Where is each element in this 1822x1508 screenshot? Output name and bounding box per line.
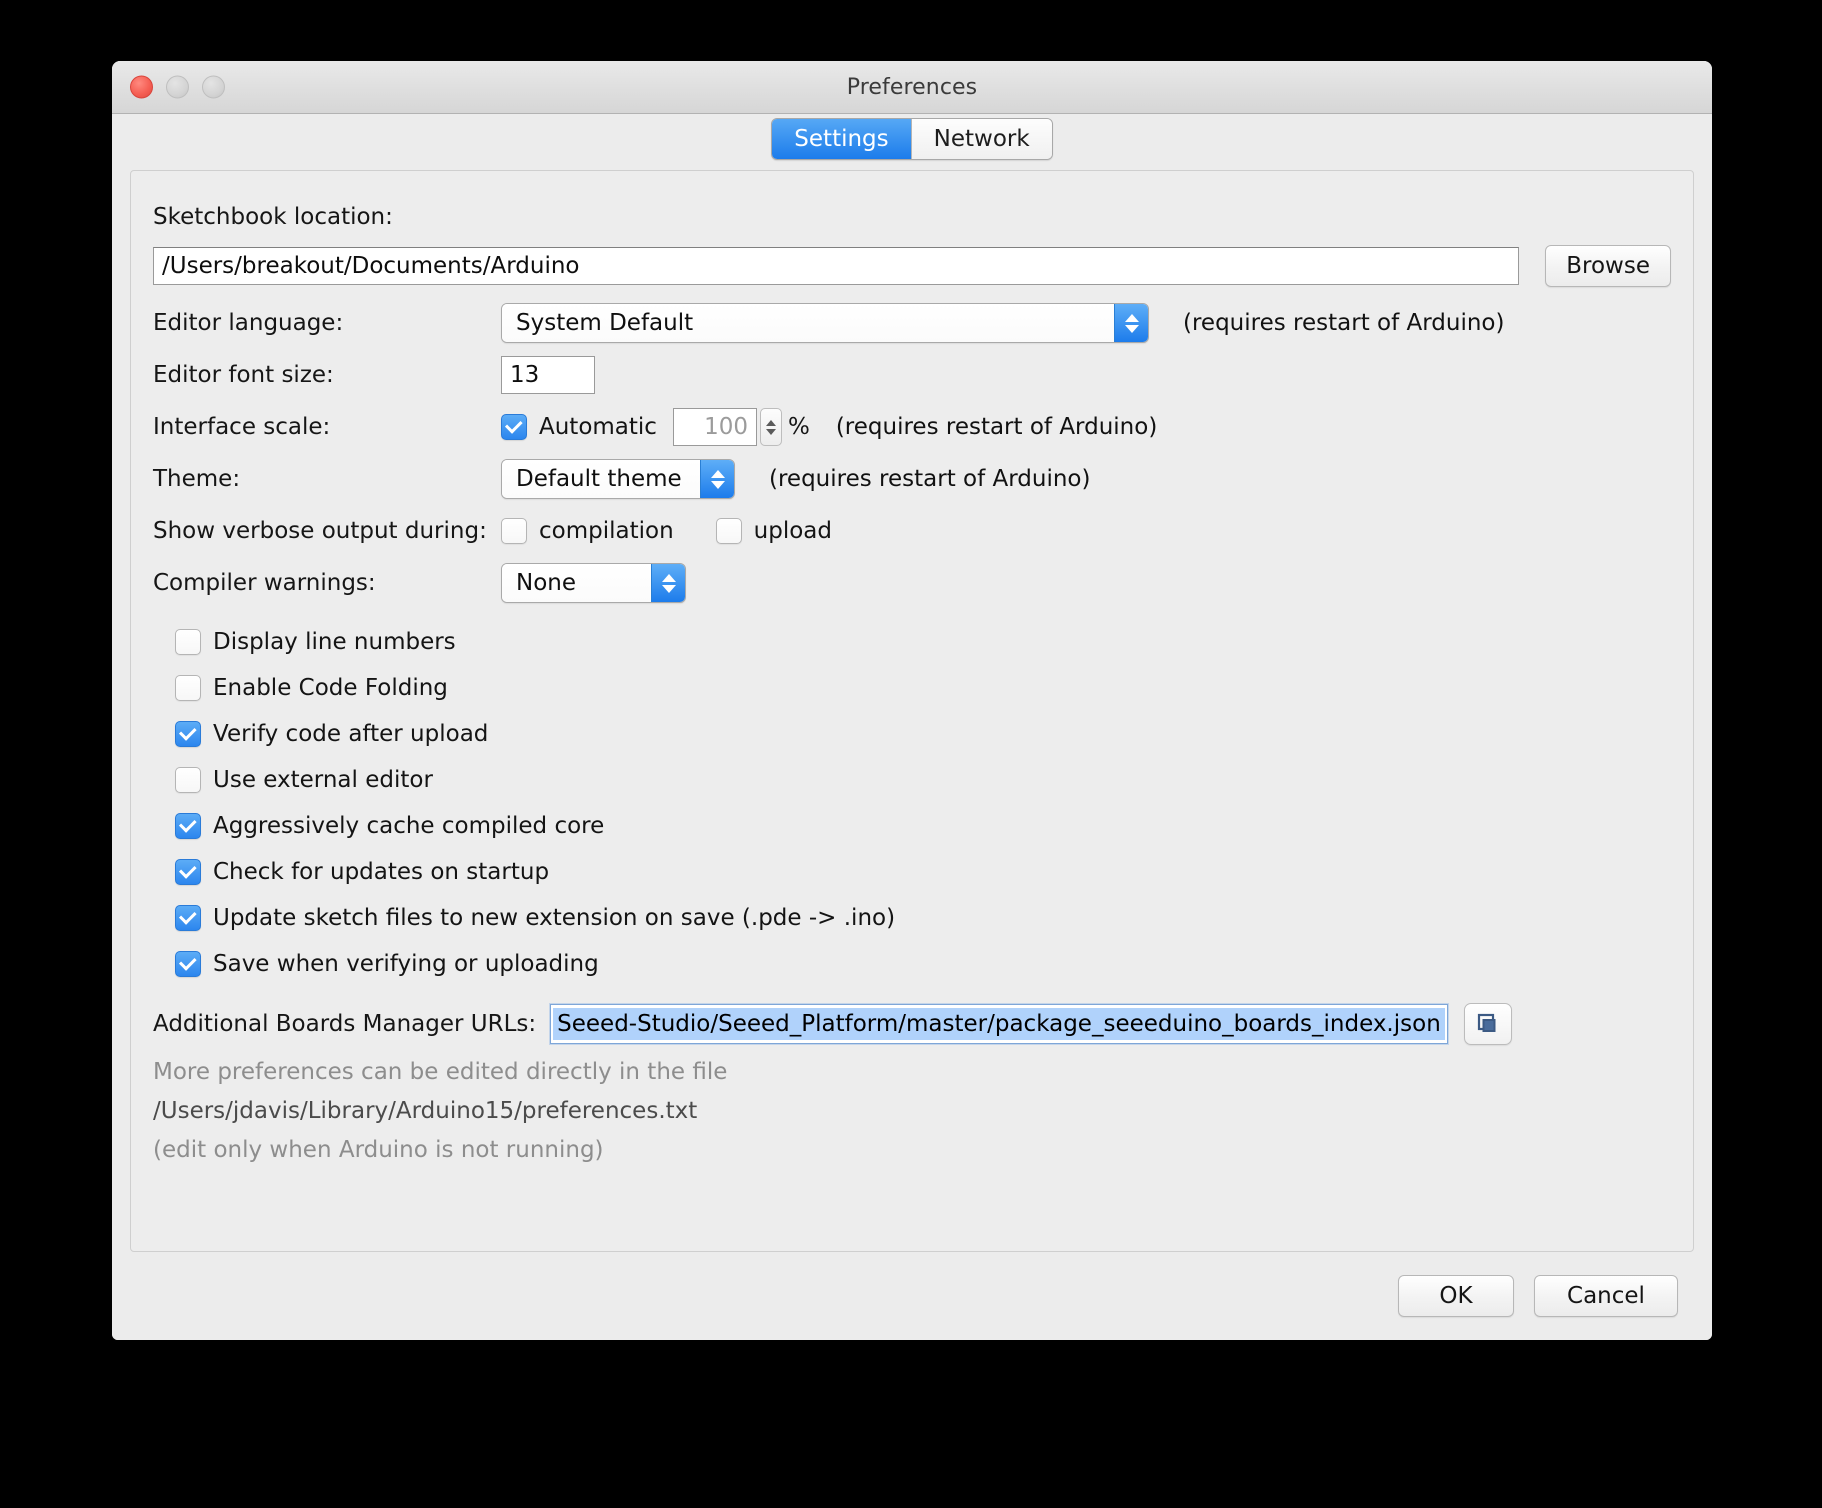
ok-button[interactable]: OK — [1398, 1275, 1514, 1317]
close-window-icon[interactable] — [130, 75, 153, 99]
sketchbook-path-input[interactable]: /Users/breakout/Documents/Arduino — [153, 247, 1520, 285]
browse-button[interactable]: Browse — [1545, 245, 1671, 287]
compiler-warnings-value: None — [502, 564, 651, 602]
verbose-compilation-checkbox[interactable] — [501, 518, 527, 544]
theme-label: Theme: — [153, 466, 241, 492]
editor-language-row: Editor language: System Default (require… — [153, 303, 1671, 343]
enable-code-folding-label: Enable Code Folding — [213, 675, 448, 701]
window-title: Preferences — [846, 74, 978, 100]
aggressively-cache-compiled-core-checkbox[interactable] — [175, 813, 201, 839]
editor-language-select[interactable]: System Default — [501, 303, 1149, 343]
chevron-updown-icon — [651, 564, 685, 602]
tab-network[interactable]: Network — [910, 119, 1052, 159]
sketchbook-row: /Users/breakout/Documents/Arduino Browse — [153, 245, 1671, 287]
settings-panel: Sketchbook location: /Users/breakout/Doc… — [130, 170, 1694, 1252]
help-text-block: More preferences can be edited directly … — [153, 1053, 1671, 1170]
save-when-verifying-or-uploading-label: Save when verifying or uploading — [213, 951, 599, 977]
maximize-window-icon[interactable] — [202, 75, 225, 99]
windows-stack-icon — [1477, 1013, 1496, 1032]
help-text-line-1: More preferences can be edited directly … — [153, 1059, 728, 1085]
compiler-warnings-select[interactable]: None — [501, 563, 686, 603]
interface-scale-row: Interface scale: Automatic 100 % (requir… — [153, 407, 1671, 447]
checkbox-row-aggressively-cache: Aggressively cache compiled core — [175, 803, 1671, 849]
checkbox-row-check-updates: Check for updates on startup — [175, 849, 1671, 895]
verify-code-after-upload-label: Verify code after upload — [213, 721, 489, 747]
checkbox-row-enable-code-folding: Enable Code Folding — [175, 665, 1671, 711]
boards-manager-urls-value: Seeed-Studio/Seeed_Platform/master/packa… — [553, 1007, 1445, 1041]
boards-manager-urls-input[interactable]: Seeed-Studio/Seeed_Platform/master/packa… — [550, 1004, 1448, 1044]
update-sketch-files-extension-checkbox[interactable] — [175, 905, 201, 931]
verbose-upload-checkbox[interactable] — [715, 518, 742, 544]
editor-language-label: Editor language: — [153, 310, 344, 336]
editor-font-size-row: Editor font size: 13 — [153, 355, 1671, 395]
compiler-warnings-row: Compiler warnings: None — [153, 563, 1671, 603]
percent-label: % — [787, 414, 810, 440]
option-checkbox-list: Display line numbers Enable Code Folding… — [153, 619, 1671, 987]
tab-bar: Settings Network — [112, 114, 1712, 170]
checkbox-row-display-line-numbers: Display line numbers — [175, 619, 1671, 665]
edit-urls-external-button[interactable] — [1463, 1003, 1512, 1045]
interface-scale-stepper[interactable] — [759, 408, 782, 446]
interface-scale-value-input[interactable]: 100 — [672, 408, 757, 446]
chevron-updown-icon — [700, 460, 734, 498]
theme-row: Theme: Default theme (requires restart o… — [153, 459, 1671, 499]
interface-scale-automatic-checkbox[interactable] — [501, 414, 527, 440]
preferences-window: Preferences Settings Network Sketchbook … — [112, 61, 1712, 1340]
traffic-lights — [130, 75, 225, 99]
checkbox-row-verify-code-after-upload: Verify code after upload — [175, 711, 1671, 757]
theme-select[interactable]: Default theme — [501, 459, 735, 499]
editor-font-size-label: Editor font size: — [153, 362, 334, 388]
check-for-updates-on-startup-label: Check for updates on startup — [213, 859, 550, 885]
checkbox-row-use-external-editor: Use external editor — [175, 757, 1671, 803]
title-bar: Preferences — [112, 61, 1712, 114]
editor-language-restart-note: (requires restart of Arduino) — [1183, 310, 1505, 336]
tab-group: Settings Network — [771, 118, 1053, 160]
boards-manager-urls-row: Additional Boards Manager URLs: Seeed-St… — [153, 1003, 1671, 1045]
boards-manager-urls-label: Additional Boards Manager URLs: — [153, 1011, 537, 1037]
interface-scale-automatic-label: Automatic — [539, 414, 657, 440]
verbose-compilation-label: compilation — [539, 518, 674, 544]
update-sketch-files-extension-label: Update sketch files to new extension on … — [213, 905, 896, 931]
tab-settings[interactable]: Settings — [772, 119, 911, 159]
editor-font-size-input[interactable]: 13 — [501, 356, 595, 394]
dialog-button-bar: OK Cancel — [112, 1252, 1712, 1340]
help-text-line-3: (edit only when Arduino is not running) — [153, 1137, 604, 1163]
use-external-editor-checkbox[interactable] — [175, 767, 201, 793]
interface-scale-restart-note: (requires restart of Arduino) — [835, 414, 1158, 440]
verbose-output-row: Show verbose output during: compilation … — [153, 511, 1671, 551]
check-for-updates-on-startup-checkbox[interactable] — [175, 859, 201, 885]
interface-scale-label: Interface scale: — [153, 414, 331, 440]
verbose-output-label: Show verbose output during: — [153, 518, 487, 544]
help-text-preferences-path: /Users/jdavis/Library/Arduino15/preferen… — [153, 1098, 698, 1124]
cancel-button[interactable]: Cancel — [1534, 1275, 1678, 1317]
enable-code-folding-checkbox[interactable] — [175, 675, 201, 701]
chevron-updown-icon — [1114, 304, 1148, 342]
minimize-window-icon[interactable] — [166, 75, 189, 99]
verbose-upload-label: upload — [753, 518, 832, 544]
theme-value: Default theme — [502, 460, 700, 498]
display-line-numbers-checkbox[interactable] — [175, 629, 201, 655]
theme-restart-note: (requires restart of Arduino) — [769, 466, 1091, 492]
verify-code-after-upload-checkbox[interactable] — [175, 721, 201, 747]
editor-language-value: System Default — [502, 304, 1114, 342]
compiler-warnings-label: Compiler warnings: — [153, 570, 376, 596]
checkbox-row-save-when-verifying: Save when verifying or uploading — [175, 941, 1671, 987]
aggressively-cache-compiled-core-label: Aggressively cache compiled core — [213, 813, 605, 839]
display-line-numbers-label: Display line numbers — [213, 629, 456, 655]
checkbox-row-update-sketch-files: Update sketch files to new extension on … — [175, 895, 1671, 941]
use-external-editor-label: Use external editor — [213, 767, 433, 793]
save-when-verifying-or-uploading-checkbox[interactable] — [175, 951, 201, 977]
sketchbook-label-row: Sketchbook location: — [153, 197, 1671, 237]
sketchbook-location-label: Sketchbook location: — [153, 204, 393, 230]
